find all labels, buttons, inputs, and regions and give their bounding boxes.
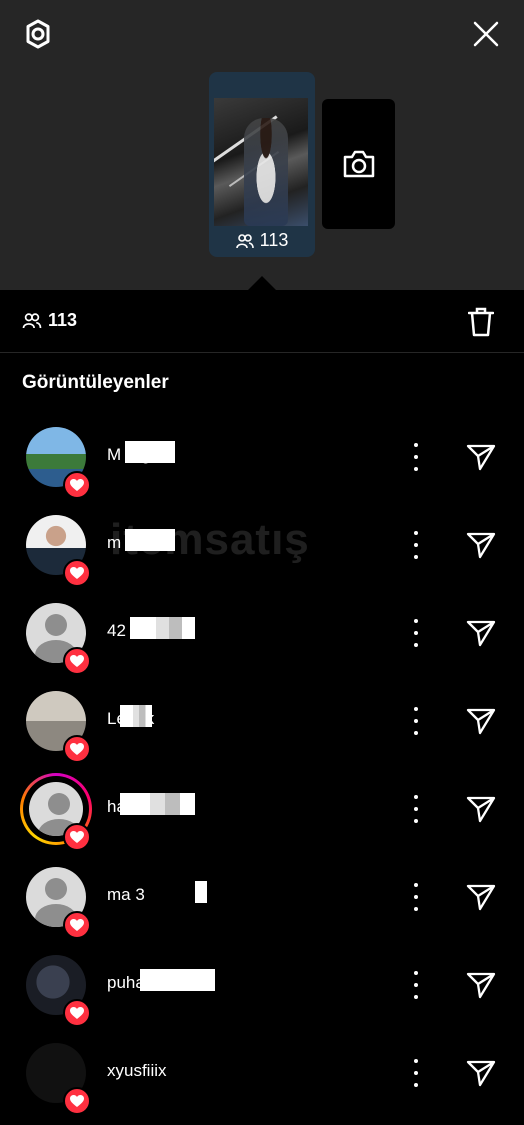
viewer-row[interactable]: 42 5 xyxy=(0,597,524,685)
redaction-block xyxy=(125,529,175,551)
heart-like-icon xyxy=(63,999,91,1027)
heart-like-icon xyxy=(63,735,91,763)
send-message-icon[interactable] xyxy=(464,1056,498,1090)
camera-icon xyxy=(343,150,374,178)
send-message-icon[interactable] xyxy=(464,704,498,738)
heart-like-icon xyxy=(63,471,91,499)
settings-gear-icon[interactable] xyxy=(18,14,58,54)
more-options-icon[interactable] xyxy=(406,971,426,999)
redaction-block xyxy=(195,881,207,903)
more-options-icon[interactable] xyxy=(406,795,426,823)
selected-story-card[interactable]: 113 xyxy=(209,72,315,257)
add-story-camera-button[interactable] xyxy=(322,99,395,229)
more-options-icon[interactable] xyxy=(406,443,426,471)
send-message-icon[interactable] xyxy=(464,528,498,562)
more-options-icon[interactable] xyxy=(406,531,426,559)
story-header: 113 xyxy=(0,0,524,290)
viewer-row[interactable]: xyusfiiix xyxy=(0,1037,524,1125)
send-message-icon[interactable] xyxy=(464,616,498,650)
selection-pointer xyxy=(248,276,276,290)
viewer-username[interactable]: xyusfiiix xyxy=(107,1061,167,1081)
redaction-block xyxy=(125,441,175,463)
heart-like-icon xyxy=(63,1087,91,1115)
story-viewer-count: 113 xyxy=(209,230,315,251)
more-options-icon[interactable] xyxy=(406,619,426,647)
close-icon[interactable] xyxy=(466,14,506,54)
more-options-icon[interactable] xyxy=(406,1059,426,1087)
heart-like-icon xyxy=(63,647,91,675)
viewers-total: 113 xyxy=(22,310,77,331)
redaction-block xyxy=(120,705,152,727)
viewer-row[interactable]: ha 1 xyxy=(0,773,524,861)
viewers-icon xyxy=(22,313,42,329)
more-options-icon[interactable] xyxy=(406,883,426,911)
viewer-row[interactable]: puha a xyxy=(0,949,524,1037)
redaction-block xyxy=(140,969,215,991)
heart-like-icon xyxy=(63,559,91,587)
redaction-block xyxy=(120,793,195,815)
viewers-icon xyxy=(235,233,254,248)
viewers-summary-bar: 113 xyxy=(0,290,524,353)
heart-like-icon xyxy=(63,911,91,939)
heart-like-icon xyxy=(63,823,91,851)
viewer-row[interactable]: ma 3 xyxy=(0,861,524,949)
more-options-icon[interactable] xyxy=(406,707,426,735)
send-message-icon[interactable] xyxy=(464,880,498,914)
send-message-icon[interactable] xyxy=(464,792,498,826)
story-thumbnail xyxy=(214,98,308,226)
story-viewer-count-value: 113 xyxy=(259,230,289,250)
viewer-row[interactable]: m silncr xyxy=(0,509,524,597)
send-message-icon[interactable] xyxy=(464,968,498,1002)
redaction-block xyxy=(130,617,195,639)
viewer-row[interactable]: Le rük xyxy=(0,685,524,773)
viewer-row[interactable]: M urgut xyxy=(0,421,524,509)
delete-story-trash-icon[interactable] xyxy=(463,304,499,340)
send-message-icon[interactable] xyxy=(464,440,498,474)
viewers-total-value: 113 xyxy=(48,310,78,330)
viewers-section-title: Görüntüleyenler xyxy=(22,372,169,393)
viewer-username[interactable]: ma 3 xyxy=(107,885,145,905)
